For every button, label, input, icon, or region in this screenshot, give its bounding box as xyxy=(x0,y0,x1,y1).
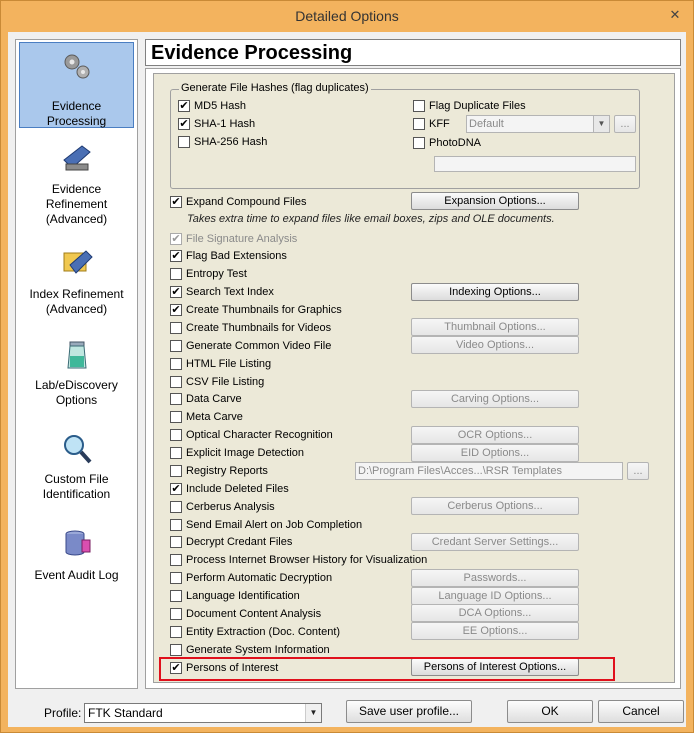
ee-options-button[interactable]: EE Options... xyxy=(411,622,579,640)
passwords-button[interactable]: Passwords... xyxy=(411,569,579,587)
persons-of-interest-highlight xyxy=(159,657,615,681)
hashes-group-title: Generate File Hashes (flag duplicates) xyxy=(179,82,371,94)
nav-label: Index Refinement xyxy=(29,287,124,301)
save-profile-button[interactable]: Save user profile... xyxy=(346,700,472,723)
checkbox-box: ✔ xyxy=(178,117,190,130)
nav-label: (Advanced) xyxy=(45,212,108,226)
kff-select[interactable]: Default ▼ xyxy=(466,115,610,133)
carving-options-button[interactable]: Carving Options... xyxy=(411,390,579,408)
gears-icon xyxy=(64,54,89,79)
magnifier-icon xyxy=(63,435,91,464)
nav-label: Event Audit Log xyxy=(34,568,119,582)
indexing-options-button[interactable]: Indexing Options... xyxy=(411,283,579,301)
page-title: Evidence Processing xyxy=(145,39,681,66)
nav-item-custom-file-id[interactable]: Custom File Identification xyxy=(19,432,134,502)
ocr-options-button[interactable]: OCR Options... xyxy=(411,426,579,444)
video-options-button[interactable]: Video Options... xyxy=(411,336,579,354)
checkbox-box xyxy=(413,118,425,130)
language-id-options-button[interactable]: Language ID Options... xyxy=(411,587,579,605)
profile-select[interactable]: FTK Standard ▼ xyxy=(84,703,322,723)
beaker-icon xyxy=(66,341,87,369)
registry-path-field[interactable]: D:\Program Files\Acces...\RSR Templates xyxy=(355,462,623,480)
nav-item-event-audit-log[interactable]: Event Audit Log xyxy=(19,526,134,586)
nav-label: Identification xyxy=(42,487,111,501)
chevron-down-icon: ▼ xyxy=(593,116,609,132)
nav-label: (Advanced) xyxy=(45,302,108,316)
nav-label: Evidence xyxy=(51,182,102,196)
options-nav: Evidence Processing Evidence Refinement … xyxy=(15,39,138,689)
nav-label: Processing xyxy=(46,114,107,128)
profile-label: Profile: xyxy=(44,706,82,720)
expansion-options-button[interactable]: Expansion Options... xyxy=(411,192,579,210)
registry-browse-button[interactable]: ... xyxy=(627,462,649,480)
checkbox-box xyxy=(413,137,425,149)
nav-label: Evidence xyxy=(51,99,102,113)
cerberus-options-button[interactable]: Cerberus Options... xyxy=(411,497,579,515)
nav-item-evidence-refinement[interactable]: Evidence Refinement (Advanced) xyxy=(19,140,134,230)
thumbnail-options-button[interactable]: Thumbnail Options... xyxy=(411,318,579,336)
kff-browse-button[interactable]: ... xyxy=(614,115,636,133)
folder-scanner-icon xyxy=(63,250,93,274)
dca-options-button[interactable]: DCA Options... xyxy=(411,604,579,622)
close-icon[interactable]: ✕ xyxy=(664,6,686,24)
checkbox-box xyxy=(178,136,190,148)
nav-item-index-refinement[interactable]: Index Refinement (Advanced) xyxy=(19,245,134,325)
photodna-field[interactable] xyxy=(434,156,636,172)
nav-label: Custom File xyxy=(44,472,109,486)
nav-item-lab-ediscovery[interactable]: Lab/eDiscovery Options xyxy=(19,338,134,408)
eid-options-button[interactable]: EID Options... xyxy=(411,444,579,462)
checkbox-box: ✔ xyxy=(178,99,190,112)
ok-button[interactable]: OK xyxy=(507,700,593,723)
expand-note: Takes extra time to expand files like em… xyxy=(187,213,555,225)
window-title: Detailed Options xyxy=(295,8,399,24)
checkbox-box xyxy=(413,100,425,112)
credant-settings-button[interactable]: Credant Server Settings... xyxy=(411,533,579,551)
detailed-options-window: Detailed Options ✕ Evidence Processing E… xyxy=(0,0,694,733)
nav-item-evidence-processing[interactable]: Evidence Processing xyxy=(19,42,134,128)
cancel-button[interactable]: Cancel xyxy=(598,700,684,723)
scanner-icon xyxy=(62,145,91,171)
nav-label: Refinement xyxy=(45,197,108,211)
database-icon xyxy=(65,530,90,556)
nav-label: Options xyxy=(55,393,98,407)
nav-label: Lab/eDiscovery xyxy=(35,378,118,392)
chevron-down-icon: ▼ xyxy=(305,704,321,722)
